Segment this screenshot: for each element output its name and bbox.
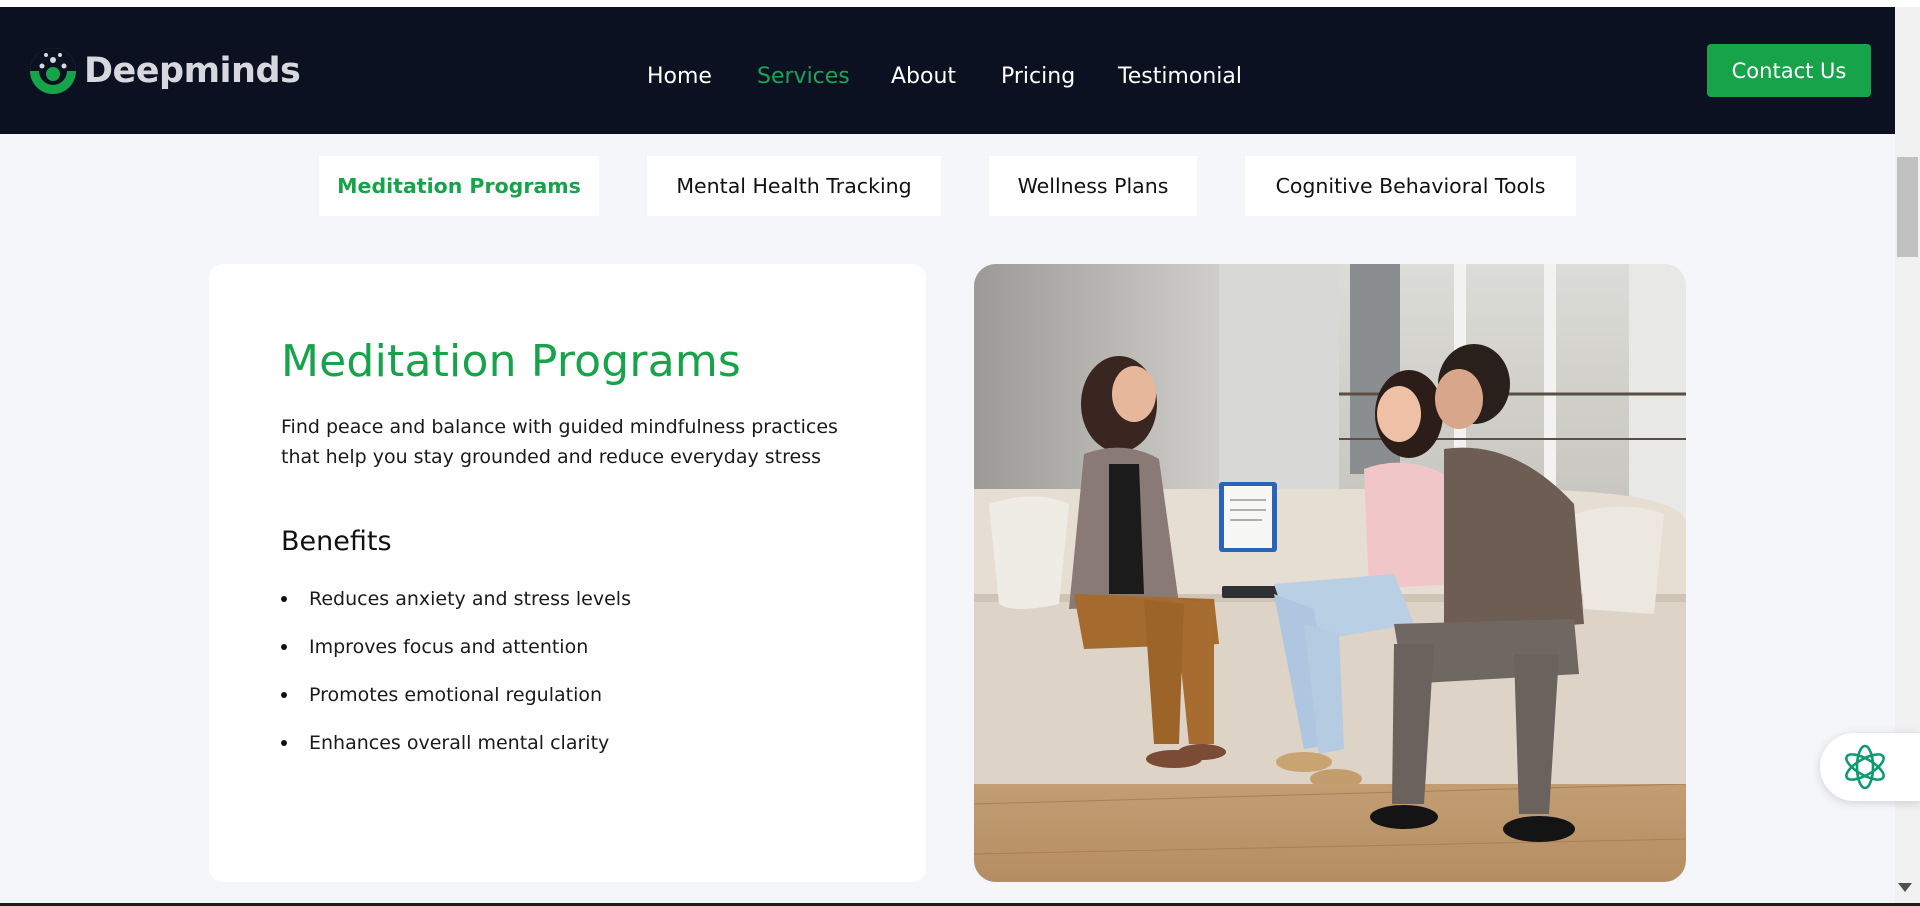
nav-pricing[interactable]: Pricing bbox=[1001, 57, 1075, 97]
nav-home[interactable]: Home bbox=[647, 57, 712, 97]
benefit-text: Reduces anxiety and stress levels bbox=[309, 588, 631, 610]
scrollbar-thumb[interactable] bbox=[1897, 157, 1918, 257]
benefit-text: Enhances overall mental clarity bbox=[309, 732, 610, 754]
counseling-session-photo bbox=[974, 264, 1686, 882]
browser-top-edge bbox=[0, 0, 1920, 7]
nav-about[interactable]: About bbox=[891, 57, 956, 97]
benefits-list: Reduces anxiety and stress levels Improv… bbox=[281, 586, 631, 778]
site-header: Deepminds Home Services About Pricing Te… bbox=[0, 7, 1895, 134]
brand-name: Deepminds bbox=[84, 51, 301, 91]
benefit-text: Improves focus and attention bbox=[309, 636, 589, 658]
tab-wellness-plans[interactable]: Wellness Plans bbox=[989, 156, 1197, 216]
contact-us-button[interactable]: Contact Us bbox=[1707, 44, 1871, 97]
nav-services[interactable]: Services bbox=[757, 57, 850, 97]
benefit-item: Reduces anxiety and stress levels bbox=[281, 586, 631, 634]
brain-gear-logo-icon bbox=[30, 48, 76, 94]
ai-sparkle-icon bbox=[1845, 744, 1885, 790]
benefits-heading: Benefits bbox=[281, 526, 392, 557]
tab-cognitive-behavioral-tools[interactable]: Cognitive Behavioral Tools bbox=[1245, 156, 1576, 216]
bullet-icon bbox=[281, 740, 287, 746]
service-title: Meditation Programs bbox=[281, 336, 742, 387]
service-description: Find peace and balance with guided mindf… bbox=[281, 416, 838, 468]
benefit-item: Promotes emotional regulation bbox=[281, 682, 631, 730]
ai-assistant-button[interactable] bbox=[1820, 733, 1920, 801]
bullet-icon bbox=[281, 596, 287, 602]
service-detail-card: Meditation Programs Find peace and balan… bbox=[209, 264, 926, 882]
bullet-icon bbox=[281, 644, 287, 650]
benefit-item: Improves focus and attention bbox=[281, 634, 631, 682]
tab-mental-health-tracking[interactable]: Mental Health Tracking bbox=[647, 156, 941, 216]
scroll-down-arrow-icon[interactable] bbox=[1898, 883, 1912, 892]
tab-meditation-programs[interactable]: Meditation Programs bbox=[319, 156, 599, 216]
brand-logo[interactable]: Deepminds bbox=[28, 46, 301, 96]
bullet-icon bbox=[281, 692, 287, 698]
benefit-text: Promotes emotional regulation bbox=[309, 684, 603, 706]
benefit-item: Enhances overall mental clarity bbox=[281, 730, 631, 778]
nav-testimonial[interactable]: Testimonial bbox=[1118, 57, 1242, 97]
photo-illustration bbox=[974, 264, 1686, 882]
